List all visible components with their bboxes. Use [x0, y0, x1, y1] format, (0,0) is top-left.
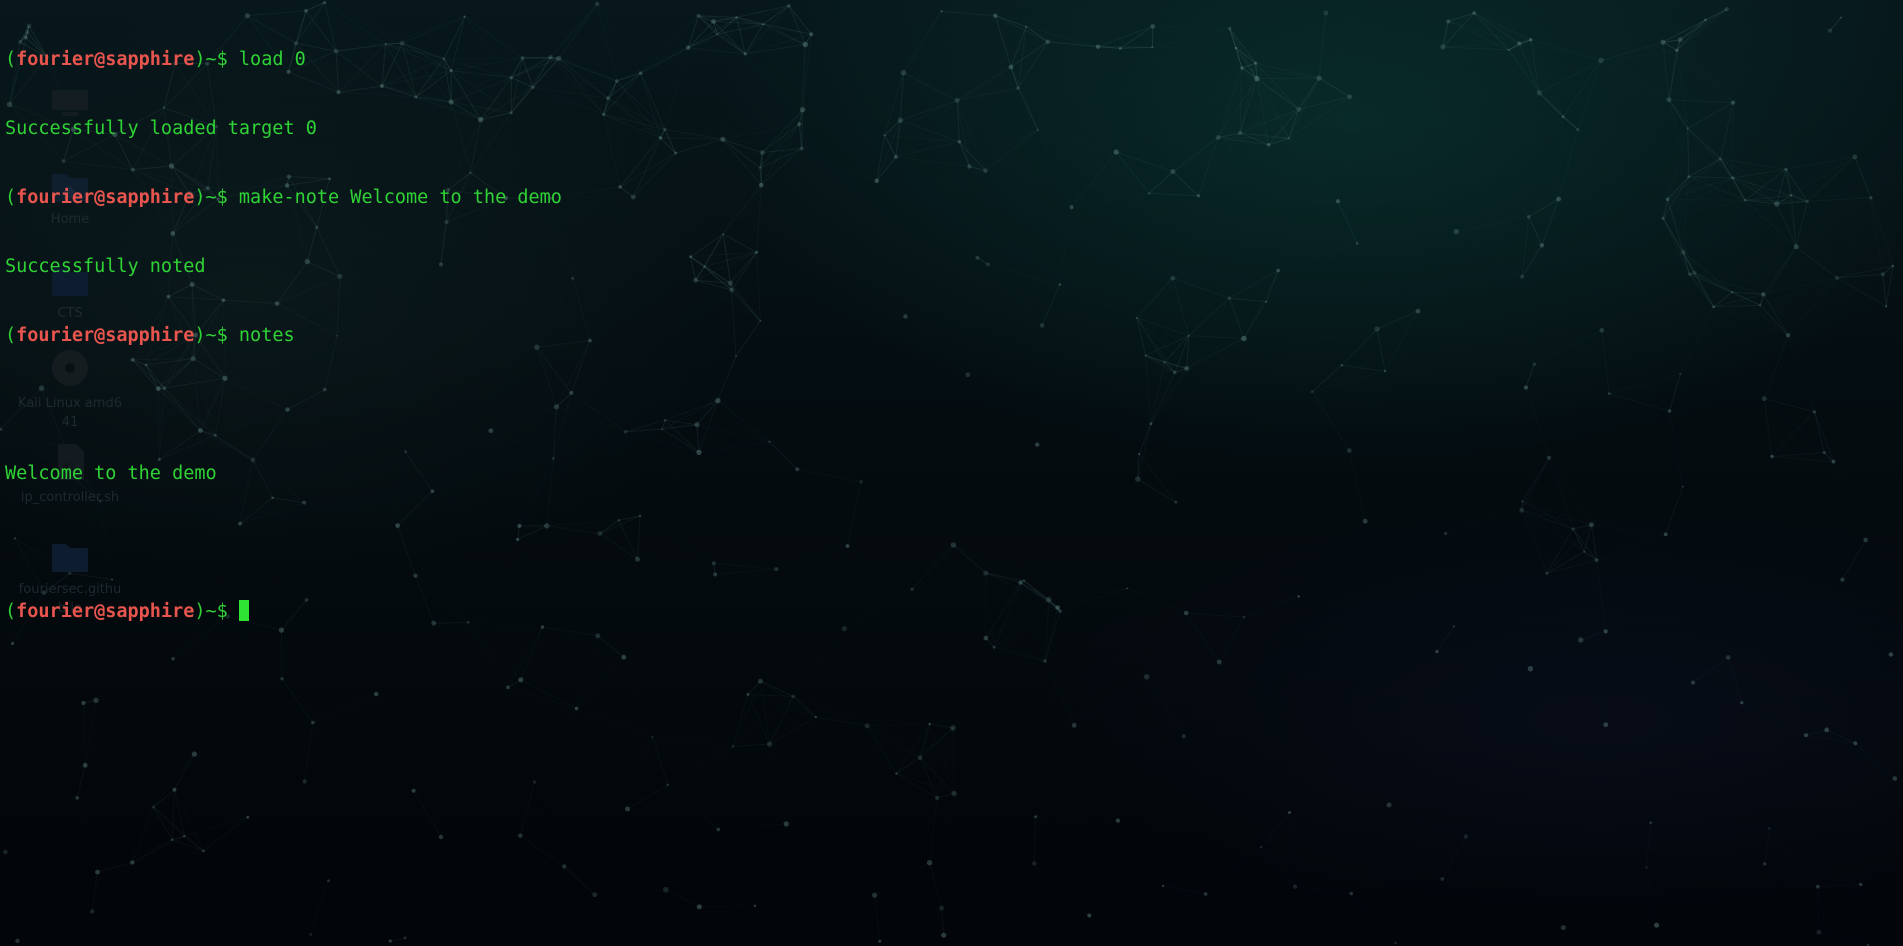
prompt-host: sapphire: [105, 601, 195, 622]
prompt-close-paren: ): [194, 49, 206, 70]
terminal-line: Successfully loaded target 0: [5, 117, 1903, 140]
desktop-screen: Home CTS Kali Linux amd641 #! ip_control…: [0, 0, 1903, 946]
terminal-line: Welcome to the demo: [5, 462, 1903, 485]
prompt-at: @: [94, 601, 106, 622]
prompt-host: sapphire: [105, 49, 195, 70]
terminal-output: Successfully loaded target 0: [5, 118, 317, 139]
prompt-close-paren: ): [194, 187, 206, 208]
terminal-command: make-note Welcome to the demo: [238, 187, 562, 208]
prompt-host: sapphire: [105, 187, 195, 208]
prompt-path: ~$: [205, 601, 239, 622]
terminal-line: (fourier@sapphire)~$ load 0: [5, 48, 1903, 71]
terminal-window[interactable]: (fourier@sapphire)~$ load 0 Successfully…: [0, 0, 1903, 669]
terminal-line: (fourier@sapphire)~$ make-note Welcome t…: [5, 186, 1903, 209]
prompt-user: fourier: [16, 601, 95, 622]
prompt-user: fourier: [16, 325, 95, 346]
terminal-output: Welcome to the demo: [5, 463, 217, 484]
prompt-open-paren: (: [5, 187, 17, 208]
prompt-path: ~$: [205, 187, 239, 208]
terminal-cursor: [238, 600, 249, 621]
prompt-open-paren: (: [5, 325, 17, 346]
prompt-user: fourier: [16, 49, 95, 70]
prompt-close-paren: ): [194, 325, 206, 346]
prompt-user: fourier: [16, 187, 95, 208]
prompt-open-paren: (: [5, 49, 17, 70]
prompt-host: sapphire: [105, 325, 195, 346]
terminal-output: Successfully noted: [5, 256, 206, 277]
terminal-command: notes: [238, 325, 295, 346]
prompt-path: ~$: [205, 49, 239, 70]
prompt-path: ~$: [205, 325, 239, 346]
prompt-open-paren: (: [5, 601, 17, 622]
prompt-close-paren: ): [194, 601, 206, 622]
terminal-line: (fourier@sapphire)~$: [5, 600, 1903, 623]
terminal-line: Successfully noted: [5, 255, 1903, 278]
prompt-at: @: [94, 187, 106, 208]
prompt-at: @: [94, 325, 106, 346]
terminal-line: (fourier@sapphire)~$ notes: [5, 324, 1903, 347]
prompt-at: @: [94, 49, 106, 70]
terminal-command: load 0: [238, 49, 306, 70]
